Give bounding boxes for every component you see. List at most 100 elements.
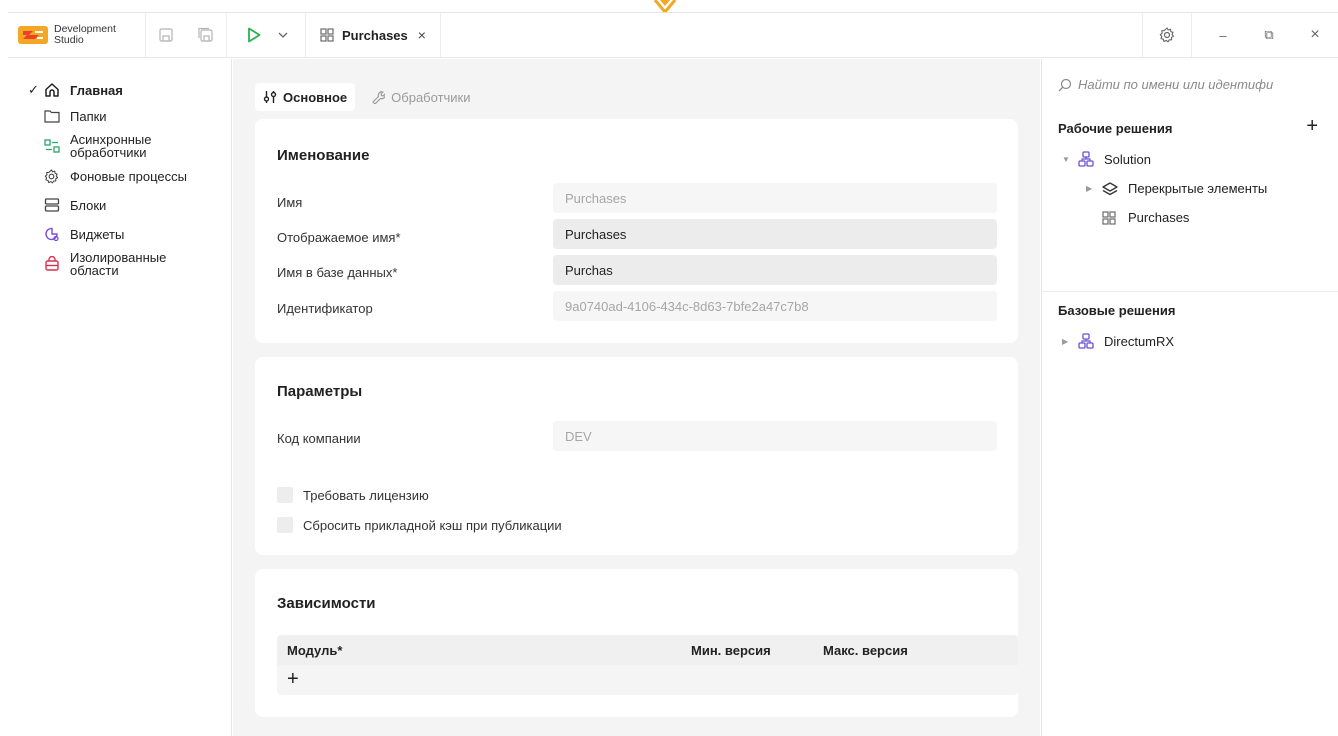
search-icon	[1058, 78, 1072, 92]
app-name-line2: Studio	[54, 34, 84, 46]
close-icon: ×	[1310, 26, 1320, 43]
chevron-down-icon	[278, 32, 288, 38]
col-module: Модуль*	[287, 643, 343, 658]
tab-main[interactable]: Основное	[255, 83, 356, 111]
name-field: Purchases	[553, 183, 997, 213]
reset-cache-checkbox[interactable]	[277, 517, 293, 533]
tree-item-label: Purchases	[1128, 210, 1190, 225]
sidebar-item-folders[interactable]: Папки	[8, 103, 231, 129]
tab-purchases[interactable]: Purchases ×	[305, 13, 441, 57]
save-all-button[interactable]	[186, 13, 226, 57]
window-controls: – ⧉ ×	[1142, 13, 1338, 57]
run-dropdown[interactable]	[271, 13, 295, 57]
col-min-version: Мин. версия	[691, 643, 771, 658]
search-input[interactable]: Найти по имени или идентифи	[1058, 77, 1328, 92]
restore-button[interactable]: ⧉	[1246, 13, 1292, 57]
tab-label: Purchases	[342, 27, 408, 43]
tree-item-label: DirectumRX	[1104, 333, 1175, 349]
naming-card: Именование Имя Purchases Отображаемое им…	[255, 119, 1018, 343]
save-icon	[159, 28, 173, 42]
sidebar-item-label: Главная	[70, 82, 123, 98]
toolbar-divider	[226, 13, 227, 57]
restore-icon: ⧉	[1264, 27, 1274, 42]
sidebar-item-background-processes[interactable]: Фоновые процессы	[8, 163, 231, 189]
add-dependency-row: +	[277, 665, 1018, 695]
main-content: Основное Обработчики Именование Имя Purc…	[233, 59, 1040, 736]
add-dependency-button[interactable]: +	[287, 668, 299, 691]
add-solution-button[interactable]: +	[1306, 115, 1318, 138]
sidebar-item-label: Блоки	[70, 197, 107, 213]
subtabs: Основное Обработчики	[255, 83, 487, 111]
db-name-label: Имя в базе данных*	[277, 265, 398, 280]
display-name-label: Отображаемое имя*	[277, 230, 401, 245]
dependencies-card: Зависимости Модуль* Мин. версия Макс. ве…	[255, 569, 1018, 717]
display-name-field[interactable]: Purchases	[553, 219, 997, 249]
minimize-icon: –	[1219, 27, 1227, 43]
name-label: Имя	[277, 195, 303, 210]
require-license-label: Требовать лицензию	[303, 487, 429, 503]
dependencies-table: Модуль* Мин. версия Макс. версия +	[277, 635, 1018, 695]
async-handlers-icon	[44, 138, 64, 154]
tab-handlers[interactable]: Обработчики	[363, 83, 478, 111]
require-license-checkbox-row[interactable]: Требовать лицензию	[277, 487, 429, 503]
save-all-icon	[198, 27, 213, 42]
play-icon	[248, 27, 261, 43]
solution-panel: Найти по имени или идентифи Рабочие реше…	[1041, 59, 1338, 736]
save-button[interactable]	[146, 13, 186, 57]
dependencies-title: Зависимости	[277, 595, 376, 612]
home-icon	[44, 82, 64, 98]
db-name-field[interactable]: Purchas	[553, 255, 997, 285]
tree-item-solution[interactable]: ▼ Solution	[1062, 151, 1151, 167]
sliders-icon	[263, 90, 277, 104]
expanded-arrow-icon[interactable]: ▼	[1062, 155, 1078, 164]
sidebar-item-home[interactable]: ✓ Главная	[8, 77, 231, 103]
company-code-field: DEV	[553, 421, 997, 451]
tree-item-purchases[interactable]: Purchases	[1102, 210, 1189, 225]
tab-main-label: Основное	[283, 89, 348, 105]
require-license-checkbox[interactable]	[277, 487, 293, 503]
sidebar-item-isolated-areas[interactable]: Изолированные области	[8, 247, 231, 281]
sidebar-item-label: Виджеты	[70, 226, 125, 242]
identifier-field: 9a0740ad-4106-434c-8d63-7bfe2a47c7b8	[553, 291, 997, 321]
collapsed-arrow-icon[interactable]: ▶	[1062, 337, 1078, 346]
solution-icon	[1078, 151, 1098, 167]
close-button[interactable]: ×	[1292, 13, 1338, 57]
check-icon: ✓	[28, 82, 39, 97]
gear-icon	[44, 168, 64, 184]
run-button[interactable]	[237, 13, 271, 57]
sidebar: ✓ Главная Папки Асинхронные обработчики …	[8, 59, 232, 736]
company-code-label: Код компании	[277, 431, 361, 446]
identifier-label: Идентификатор	[277, 301, 373, 316]
app-name: Development Studio	[54, 24, 116, 46]
parameters-card: Параметры Код компании DEV Требовать лиц…	[255, 357, 1018, 555]
tree-item-overlapped[interactable]: ▶ Перекрытые элементы	[1086, 181, 1267, 196]
panel-divider	[1042, 291, 1338, 292]
tree-item-directumrx[interactable]: ▶ DirectumRX	[1062, 333, 1174, 349]
search-placeholder: Найти по имени или идентифи	[1078, 77, 1274, 92]
minimize-button[interactable]: –	[1200, 13, 1246, 57]
layers-icon	[1102, 181, 1122, 196]
grid-icon	[320, 28, 334, 42]
widget-icon	[44, 226, 64, 242]
wrench-icon	[371, 90, 386, 104]
sidebar-item-blocks[interactable]: Блоки	[8, 189, 231, 221]
parameters-title: Параметры	[277, 383, 363, 400]
grid-icon	[1102, 210, 1122, 225]
collapsed-arrow-icon[interactable]: ▶	[1086, 184, 1102, 193]
tab-close-icon[interactable]: ×	[418, 27, 426, 43]
working-solutions-title: Рабочие решения	[1058, 121, 1173, 136]
tree-item-label: Solution	[1104, 151, 1151, 167]
app-brand: Development Studio	[8, 13, 146, 57]
reset-cache-checkbox-row[interactable]: Сбросить прикладной кэш при публикации	[277, 517, 562, 533]
settings-button[interactable]	[1142, 13, 1192, 57]
solution-icon	[1078, 333, 1098, 349]
base-solutions-title: Базовые решения	[1058, 303, 1176, 318]
col-max-version: Макс. версия	[823, 643, 908, 658]
app-logo-icon	[18, 26, 48, 44]
tab-handlers-label: Обработчики	[391, 89, 471, 105]
sidebar-item-async-handlers[interactable]: Асинхронные обработчики	[8, 129, 231, 163]
gear-icon	[1159, 27, 1175, 43]
sidebar-item-widgets[interactable]: Виджеты	[8, 221, 231, 247]
sidebar-item-label: Фоновые процессы	[70, 168, 187, 184]
reset-cache-label: Сбросить прикладной кэш при публикации	[303, 517, 562, 533]
